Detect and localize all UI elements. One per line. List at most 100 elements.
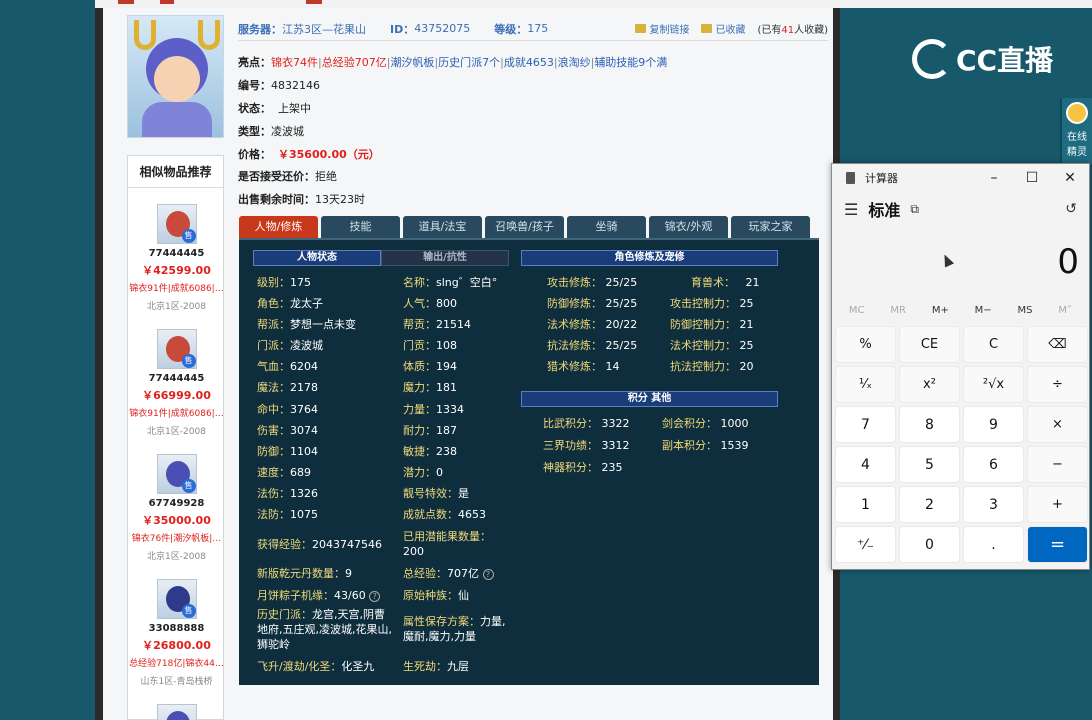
stat-key: 靓号特效：: [403, 487, 458, 500]
fav-count-suffix: 人收藏): [794, 25, 828, 36]
subtab-status[interactable]: 人物状态: [253, 250, 381, 266]
tab-character[interactable]: 人物/修炼: [239, 216, 318, 238]
memory-list-button[interactable]: M˅: [1058, 305, 1072, 316]
digit-0-button[interactable]: 0: [899, 526, 960, 563]
decimal-button[interactable]: .: [963, 526, 1024, 563]
stat-history-schools: 历史门派：龙宫,天宫,阴曹地府,五庄观,凌波城,花果山,狮驼岭: [257, 607, 393, 652]
clear-button[interactable]: C: [963, 326, 1024, 363]
stat-value: 1326: [290, 487, 318, 500]
reciprocal-button[interactable]: ¹⁄ₓ: [835, 366, 896, 403]
memory-recall-button[interactable]: MR: [890, 305, 906, 316]
highlight-item: 辅助技能9个满: [594, 56, 668, 69]
online-sprite-widget[interactable]: 在线 精灵: [1060, 98, 1092, 164]
minimize-icon[interactable]: –: [975, 170, 1013, 186]
status-row: 状态： 上架中: [238, 100, 311, 116]
add-button[interactable]: +: [1027, 486, 1088, 523]
digit-6-button[interactable]: 6: [963, 446, 1024, 483]
stat-guild: 帮派：梦想一点未变: [257, 316, 356, 332]
similar-item-thumbnail[interactable]: 售: [156, 204, 197, 244]
history-icon[interactable]: ↺: [1065, 201, 1077, 217]
keep-on-top-icon[interactable]: ⧉: [910, 202, 919, 217]
stat-key: 已用潜能果数量：: [403, 530, 491, 543]
copy-link-button[interactable]: 复制链接: [635, 21, 689, 36]
memory-subtract-button[interactable]: M−: [975, 305, 992, 316]
stat-strength: 力量：1334: [403, 401, 464, 417]
score-pvp: 比武积分： 3322: [543, 415, 630, 431]
backspace-button[interactable]: ⌫: [1027, 326, 1088, 363]
similar-item[interactable]: 售 77444445 ￥66999.00 锦衣91件|成就6086|… 北京1区…: [128, 329, 225, 437]
stat-key: 防御修炼：: [547, 297, 602, 310]
percent-button[interactable]: %: [835, 326, 896, 363]
tab-items[interactable]: 道具/法宝: [403, 216, 482, 238]
stat-hit: 命中：3764: [257, 401, 318, 417]
cult-hunt: 猎术修炼： 14: [547, 358, 620, 374]
similar-item-thumbnail[interactable]: 售: [156, 579, 197, 619]
similar-item[interactable]: 售 33088888 ￥26800.00 总经验718亿|锦衣44… 山东1区-…: [128, 579, 225, 687]
similar-item-highlights: 总经验718亿|锦衣44…: [129, 659, 224, 669]
digit-1-button[interactable]: 1: [835, 486, 896, 523]
stat-value: 25/25: [605, 339, 638, 352]
stat-key: 魔力：: [403, 381, 436, 394]
hamburger-menu-icon[interactable]: ☰: [844, 200, 858, 219]
stat-constitution: 体质：194: [403, 358, 457, 374]
tab-marker: [306, 0, 322, 4]
favorited-label: 已收藏: [715, 25, 746, 36]
maximize-icon[interactable]: ☐: [1013, 170, 1051, 186]
negate-button[interactable]: ⁺⁄₋: [835, 526, 896, 563]
subtract-button[interactable]: −: [1027, 446, 1088, 483]
digit-5-button[interactable]: 5: [899, 446, 960, 483]
digit-3-button[interactable]: 3: [963, 486, 1024, 523]
counter-value: 拒绝: [315, 170, 337, 183]
subtab-output[interactable]: 输出/抗性: [381, 250, 509, 266]
help-icon[interactable]: ?: [369, 590, 381, 602]
calculator-titlebar[interactable]: 计算器 – ☐ ✕: [832, 164, 1089, 192]
stat-qianyuan: 新版乾元丹数量：9: [257, 565, 352, 581]
status-label: 状态：: [238, 102, 271, 115]
square-button[interactable]: x²: [899, 366, 960, 403]
similar-item-thumbnail[interactable]: 售: [156, 329, 197, 369]
link-icon: [635, 24, 647, 33]
tab-home[interactable]: 玩家之家: [731, 216, 810, 238]
digit-8-button[interactable]: 8: [899, 406, 960, 443]
tab-outfits[interactable]: 锦衣/外观: [649, 216, 728, 238]
sqrt-button[interactable]: ²√x: [963, 366, 1024, 403]
tab-mounts[interactable]: 坐骑: [567, 216, 646, 238]
display-value: 0: [1057, 242, 1079, 282]
help-icon[interactable]: ?: [482, 568, 494, 580]
similar-item[interactable]: [128, 704, 225, 720]
multiply-button[interactable]: ×: [1027, 406, 1088, 443]
digit-4-button[interactable]: 4: [835, 446, 896, 483]
digit-7-button[interactable]: 7: [835, 406, 896, 443]
stat-value: 108: [436, 339, 457, 352]
stat-key: 魔法：: [257, 381, 290, 394]
stat-key: 防御：: [257, 445, 290, 458]
equals-button[interactable]: =: [1027, 526, 1088, 563]
memory-add-button[interactable]: M+: [932, 305, 949, 316]
memory-store-button[interactable]: MS: [1018, 305, 1033, 316]
similar-item[interactable]: 售 67749928 ￥35000.00 锦衣76件|潮汐帆板|… 北京1区-2…: [128, 454, 225, 562]
memory-clear-button[interactable]: MC: [849, 305, 865, 316]
type-label: 类型：: [238, 125, 271, 138]
tab-pets[interactable]: 召唤兽/孩子: [485, 216, 564, 238]
similar-item-thumbnail[interactable]: 售: [156, 454, 197, 494]
stat-value: 凌波城: [290, 339, 323, 352]
stat-key: 法术修炼：: [547, 318, 602, 331]
stat-ascend: 飞升/渡劫/化圣：化圣九: [257, 658, 374, 674]
close-icon[interactable]: ✕: [1051, 170, 1089, 186]
similar-item[interactable]: 售 77444445 ￥42599.00 锦衣91件|成就6086|… 北京1区…: [128, 204, 225, 312]
tab-skills[interactable]: 技能: [321, 216, 400, 238]
remain-row: 出售剩余时间：13天23时: [238, 191, 365, 207]
stat-potential: 潜力：0: [403, 464, 443, 480]
digit-9-button[interactable]: 9: [963, 406, 1024, 443]
sprite-face-icon: [1066, 102, 1088, 124]
favorited-button[interactable]: 已收藏: [701, 21, 745, 36]
divide-button[interactable]: ÷: [1027, 366, 1088, 403]
stat-key: 角色：: [257, 297, 290, 310]
digit-2-button[interactable]: 2: [899, 486, 960, 523]
stat-key: 力量：: [403, 403, 436, 416]
clear-entry-button[interactable]: CE: [899, 326, 960, 363]
stat-value: 238: [436, 445, 457, 458]
similar-item-thumbnail[interactable]: [156, 704, 197, 720]
stat-defense: 防御：1104: [257, 443, 318, 459]
stat-potential-fruit: 已用潜能果数量： 200: [403, 529, 513, 559]
